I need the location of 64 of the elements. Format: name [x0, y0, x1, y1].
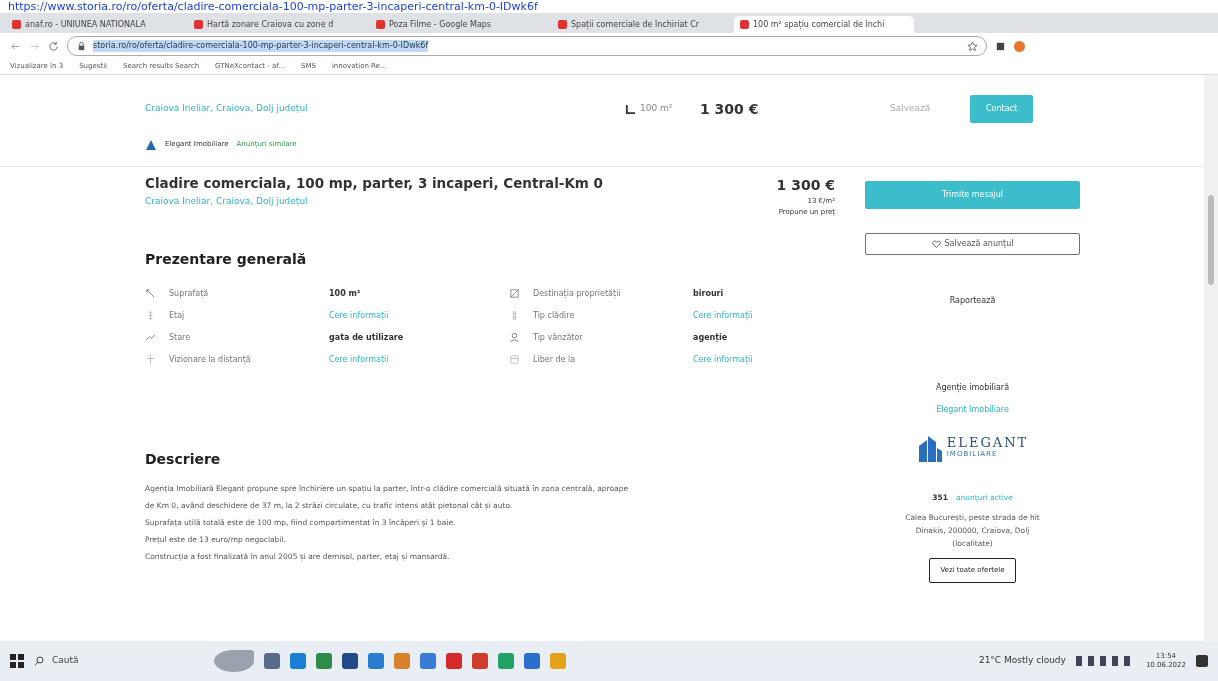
url-text: storia.ro/ro/oferta/cladire-comerciala-100-mp-parter-3-incaperi-central-km-0-IDwk6f — [93, 40, 429, 52]
site-icon — [376, 20, 385, 29]
reload-icon[interactable] — [48, 40, 59, 52]
app-icon[interactable] — [316, 653, 332, 669]
site-icon — [12, 20, 21, 29]
field-value: gata de utilizare — [329, 332, 404, 342]
save-ad-button[interactable]: Salvează anunțul — [865, 233, 1080, 255]
field-label: Liber de la — [533, 353, 577, 366]
section-heading: Descriere — [145, 450, 222, 468]
app-icon[interactable] — [264, 653, 280, 669]
field-label: Vizionare la distanță — [169, 353, 252, 366]
browser-tab[interactable]: anaf.ro - UNIUNEA NATIONALA — [6, 16, 186, 33]
building-logo-icon — [916, 434, 943, 462]
extension-icon[interactable] — [995, 40, 1006, 52]
agency-logo-icon — [145, 139, 157, 150]
app-icon[interactable] — [368, 653, 384, 669]
app-icon[interactable] — [524, 653, 540, 669]
star-icon[interactable] — [967, 40, 978, 52]
site-icon — [194, 20, 203, 29]
scrollbar-thumb[interactable] — [1208, 195, 1214, 285]
section-heading: Prezentare generală — [145, 251, 308, 268]
app-icon[interactable] — [342, 653, 358, 669]
lock-icon — [76, 40, 87, 52]
field-label: Destinația proprietății — [533, 287, 622, 300]
ruler-icon — [145, 288, 156, 300]
price-text: 1 300 € — [776, 176, 835, 195]
logo-text: ELEGANT — [946, 436, 1029, 450]
app-icon[interactable] — [446, 653, 462, 669]
agency-label: Agenție imobiliară — [935, 382, 1010, 394]
windows-start-icon[interactable] — [10, 654, 24, 668]
app-icon[interactable] — [290, 653, 306, 669]
listing-title: Cladire comerciala, 100 mp, parter, 3 incaperi, Central-Km 0 — [145, 175, 605, 192]
page-url-link[interactable]: https://www.storia.ro/ro/oferta/cladire-comerciala-100-mp-parter-3-incaperi-central-km-0-IDwk6f — [8, 0, 538, 13]
image-icon — [509, 288, 520, 300]
field-label: Etaj — [169, 309, 186, 322]
field-label: Tip vânzător — [533, 331, 584, 344]
area-text: 100 m² — [640, 102, 674, 116]
field-value: birouri — [693, 288, 724, 298]
field-value: agenție — [693, 332, 728, 342]
app-icon[interactable] — [498, 653, 514, 669]
site-icon — [740, 20, 749, 29]
field-value: 100 m² — [329, 288, 361, 298]
site-icon — [558, 20, 567, 29]
browser-tab[interactable]: Poza Filme - Google Maps — [370, 16, 550, 33]
weather-text[interactable]: 21°C Mostly cloudy — [978, 654, 1066, 668]
notification-icon[interactable] — [1196, 655, 1208, 667]
field-label: Suprafață — [169, 287, 210, 300]
person-icon — [509, 332, 520, 344]
search-icon — [34, 656, 44, 666]
browser-tab[interactable]: Hartă zonare Craiova cu zone d — [188, 16, 368, 33]
app-icon[interactable] — [420, 653, 436, 669]
app-icon[interactable] — [472, 653, 488, 669]
profile-icon[interactable] — [1014, 40, 1025, 52]
report-link[interactable]: Raportează — [949, 295, 996, 307]
app-icon[interactable] — [550, 653, 566, 669]
app-icon[interactable] — [394, 653, 410, 669]
field-label: Tip clădire — [533, 309, 576, 322]
area-icon — [625, 103, 636, 115]
heart-icon — [931, 240, 941, 248]
field-label: Stare — [169, 331, 192, 344]
browser-tab[interactable]: 100 m² spațiu comercial de închi — [734, 16, 914, 33]
price-text: 1 300 € — [700, 99, 760, 119]
browser-tab[interactable]: Spații comerciale de închiriat Cr — [552, 16, 732, 33]
taskbar-search[interactable]: Caută — [34, 654, 204, 668]
